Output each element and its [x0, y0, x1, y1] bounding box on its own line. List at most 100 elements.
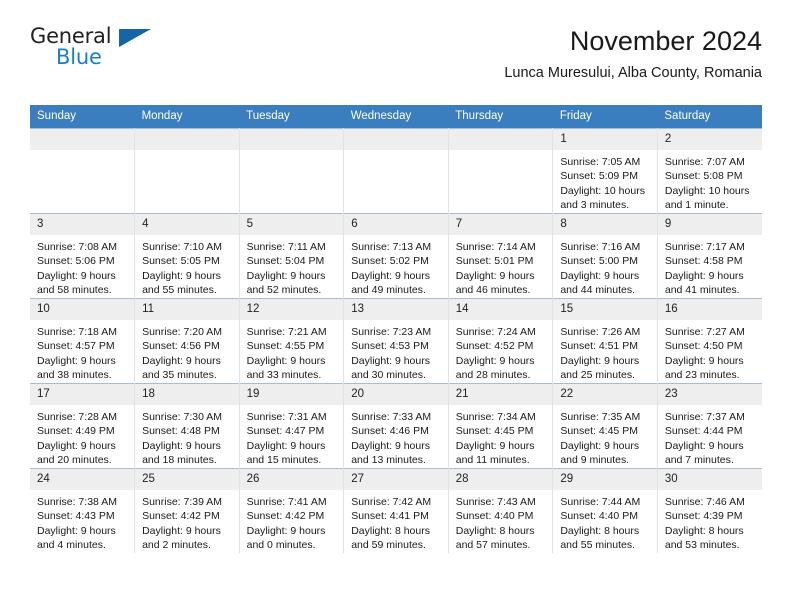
calendar-day-cell[interactable]: 30 Sunrise: 7:46 AM Sunset: 4:39 PM Dayligh… — [657, 468, 762, 553]
weekday-header-tuesday: Tuesday — [239, 105, 344, 129]
day-detail-line: and 9 minutes. — [560, 454, 630, 467]
calendar-day-cell[interactable]: 27 Sunrise: 7:42 AM Sunset: 4:41 PM Dayligh… — [343, 468, 449, 553]
day-detail-line: Sunrise: 7:42 AM — [351, 496, 432, 508]
day-detail-line: Sunset: 4:49 PM — [37, 425, 115, 438]
day-detail-line: and 20 minutes. — [37, 454, 112, 467]
day-number: 2 — [657, 129, 762, 150]
day-detail-line: and 53 minutes. — [664, 539, 740, 552]
day-details: Sunrise: 7:26 AM Sunset: 4:51 PM Daylight:… — [553, 320, 657, 383]
calendar-week-row: 1 Sunrise: 7:05 AM Sunset: 5:09 PM Daylight… — [30, 128, 762, 214]
day-detail-line: Daylight: 9 hours — [455, 269, 535, 282]
calendar-day-cell[interactable]: 12 Sunrise: 7:21 AM Sunset: 4:55 PM Dayligh… — [239, 298, 345, 384]
calendar-day-cell[interactable]: 20 Sunrise: 7:33 AM Sunset: 4:46 PM Dayligh… — [343, 383, 449, 469]
day-detail-line: Sunset: 5:04 PM — [246, 255, 325, 268]
day-detail-line: and 46 minutes. — [455, 284, 531, 297]
day-detail-line: Daylight: 9 hours — [455, 354, 535, 367]
day-details: Sunrise: 7:20 AM Sunset: 4:56 PM Daylight:… — [135, 320, 239, 383]
calendar-day-cell[interactable]: 29 Sunrise: 7:44 AM Sunset: 4:40 PM Dayligh… — [552, 468, 658, 553]
day-details: Sunrise: 7:42 AM Sunset: 4:41 PM Daylight:… — [344, 490, 448, 553]
calendar-day-cell[interactable]: 3 Sunrise: 7:08 AM Sunset: 5:06 PM Daylight… — [30, 213, 136, 299]
day-details: Sunrise: 7:24 AM Sunset: 4:52 PM Daylight:… — [449, 320, 553, 383]
day-number: 5 — [239, 214, 344, 235]
calendar-day-cell[interactable]: 2 Sunrise: 7:07 AM Sunset: 5:08 PM Daylight… — [657, 128, 762, 214]
weekday-header-friday: Friday — [552, 105, 658, 129]
day-number: 10 — [30, 299, 135, 320]
day-detail-line: Sunrise: 7:11 AM — [246, 241, 326, 253]
calendar-day-cell[interactable]: 5 Sunrise: 7:11 AM Sunset: 5:04 PM Daylight… — [239, 213, 345, 299]
day-detail-line: Sunset: 4:48 PM — [142, 425, 220, 438]
day-detail-line: Sunrise: 7:10 AM — [142, 241, 223, 253]
day-details: Sunrise: 7:31 AM Sunset: 4:47 PM Daylight:… — [240, 405, 344, 468]
calendar-day-cell[interactable]: 11 Sunrise: 7:20 AM Sunset: 4:56 PM Dayligh… — [134, 298, 240, 384]
calendar-day-cell[interactable]: 8 Sunrise: 7:16 AM Sunset: 5:00 PM Daylight… — [552, 213, 658, 299]
calendar-day-cell[interactable]: 16 Sunrise: 7:27 AM Sunset: 4:50 PM Dayligh… — [657, 298, 762, 384]
day-detail-line: and 55 minutes. — [142, 284, 217, 297]
day-detail-line: Sunset: 4:40 PM — [455, 510, 534, 523]
day-detail-line: Sunrise: 7:39 AM — [142, 496, 223, 508]
calendar-page: General Blue November 2024 Lunca Muresul… — [0, 0, 792, 612]
day-detail-line: Sunset: 4:44 PM — [664, 425, 743, 438]
triangle-logo-icon — [119, 29, 151, 47]
day-details: Sunrise: 7:17 AM Sunset: 4:58 PM Daylight:… — [658, 235, 762, 298]
calendar-day-cell[interactable]: 23 Sunrise: 7:37 AM Sunset: 4:44 PM Dayligh… — [657, 383, 762, 469]
calendar-day-cell[interactable]: 10 Sunrise: 7:18 AM Sunset: 4:57 PM Dayligh… — [30, 298, 136, 384]
day-detail-line: Sunset: 4:43 PM — [37, 510, 115, 523]
day-detail-line: and 28 minutes. — [455, 369, 531, 382]
day-detail-line: Daylight: 9 hours — [351, 269, 430, 282]
calendar-day-cell[interactable]: 22 Sunrise: 7:35 AM Sunset: 4:45 PM Dayligh… — [552, 383, 658, 469]
day-details: Sunrise: 7:39 AM Sunset: 4:42 PM Daylight:… — [135, 490, 239, 553]
day-details: Sunrise: 7:05 AM Sunset: 5:09 PM Daylight:… — [553, 150, 657, 213]
day-details: Sunrise: 7:13 AM Sunset: 5:02 PM Daylight:… — [344, 235, 448, 298]
day-detail-line: Daylight: 9 hours — [560, 269, 640, 282]
calendar-day-cell[interactable]: 28 Sunrise: 7:43 AM Sunset: 4:40 PM Dayligh… — [448, 468, 554, 553]
calendar-day-cell[interactable]: 17 Sunrise: 7:28 AM Sunset: 4:49 PM Dayligh… — [30, 383, 136, 469]
weekday-header-wednesday: Wednesday — [343, 105, 449, 129]
day-number: 26 — [239, 469, 344, 490]
day-detail-line: Daylight: 9 hours — [560, 439, 640, 452]
day-details: Sunrise: 7:28 AM Sunset: 4:49 PM Daylight:… — [30, 405, 134, 468]
calendar-day-cell[interactable]: 25 Sunrise: 7:39 AM Sunset: 4:42 PM Dayligh… — [134, 468, 240, 553]
day-detail-line: Sunset: 4:47 PM — [246, 425, 325, 438]
day-number: 25 — [135, 469, 239, 490]
calendar-day-cell[interactable]: 15 Sunrise: 7:26 AM Sunset: 4:51 PM Dayligh… — [552, 298, 658, 384]
day-detail-line: and 52 minutes. — [246, 284, 322, 297]
day-detail-line: Sunrise: 7:05 AM — [560, 156, 641, 168]
day-detail-line: Daylight: 9 hours — [351, 354, 430, 367]
day-detail-line: Daylight: 9 hours — [37, 524, 116, 537]
day-detail-line: Sunset: 4:51 PM — [560, 340, 638, 353]
calendar-day-cell[interactable]: 13 Sunrise: 7:23 AM Sunset: 4:53 PM Dayligh… — [343, 298, 449, 384]
calendar-day-cell[interactable]: 18 Sunrise: 7:30 AM Sunset: 4:48 PM Dayligh… — [134, 383, 240, 469]
day-detail-line: Daylight: 9 hours — [664, 439, 744, 452]
calendar-day-cell[interactable]: 26 Sunrise: 7:41 AM Sunset: 4:42 PM Dayligh… — [239, 468, 345, 553]
calendar-day-cell[interactable]: 19 Sunrise: 7:31 AM Sunset: 4:47 PM Dayligh… — [239, 383, 345, 469]
day-detail-line: Sunrise: 7:16 AM — [560, 241, 641, 253]
calendar-day-cell[interactable]: 14 Sunrise: 7:24 AM Sunset: 4:52 PM Dayligh… — [448, 298, 554, 384]
calendar-day-cell[interactable]: 6 Sunrise: 7:13 AM Sunset: 5:02 PM Daylight… — [343, 213, 449, 299]
general-blue-logo[interactable]: General Blue — [30, 26, 151, 78]
day-detail-line: Sunset: 4:39 PM — [664, 510, 743, 523]
day-detail-line: Sunrise: 7:37 AM — [664, 411, 745, 423]
calendar-day-cell[interactable]: 24 Sunrise: 7:38 AM Sunset: 4:43 PM Dayligh… — [30, 468, 136, 553]
day-detail-line: Sunset: 5:08 PM — [664, 170, 743, 183]
calendar-day-cell[interactable]: 9 Sunrise: 7:17 AM Sunset: 4:58 PM Daylight… — [657, 213, 762, 299]
day-detail-line: and 41 minutes. — [664, 284, 740, 297]
day-detail-line: Sunrise: 7:23 AM — [351, 326, 432, 338]
calendar-day-cell[interactable]: 21 Sunrise: 7:34 AM Sunset: 4:45 PM Dayligh… — [448, 383, 554, 469]
day-detail-line: and 23 minutes. — [664, 369, 740, 382]
calendar-day-cell[interactable]: 4 Sunrise: 7:10 AM Sunset: 5:05 PM Daylight… — [134, 213, 240, 299]
day-number: 28 — [448, 469, 553, 490]
day-detail-line: and 0 minutes. — [246, 539, 316, 552]
day-detail-line: Sunrise: 7:33 AM — [351, 411, 432, 423]
day-detail-line: Sunset: 4:45 PM — [560, 425, 638, 438]
day-detail-line: Daylight: 9 hours — [37, 354, 116, 367]
day-number: 30 — [657, 469, 762, 490]
day-detail-line: Sunrise: 7:31 AM — [246, 411, 327, 423]
day-details: Sunrise: 7:08 AM Sunset: 5:06 PM Daylight:… — [30, 235, 134, 298]
day-detail-line: Sunset: 4:42 PM — [142, 510, 220, 523]
calendar-day-cell[interactable]: 1 Sunrise: 7:05 AM Sunset: 5:09 PM Daylight… — [552, 128, 658, 214]
calendar-day-cell[interactable]: 7 Sunrise: 7:14 AM Sunset: 5:01 PM Daylight… — [448, 213, 554, 299]
day-detail-line: Daylight: 9 hours — [664, 354, 744, 367]
day-detail-line: Daylight: 9 hours — [351, 439, 430, 452]
weekday-header-thursday: Thursday — [448, 105, 553, 129]
day-detail-line: and 33 minutes. — [246, 369, 322, 382]
